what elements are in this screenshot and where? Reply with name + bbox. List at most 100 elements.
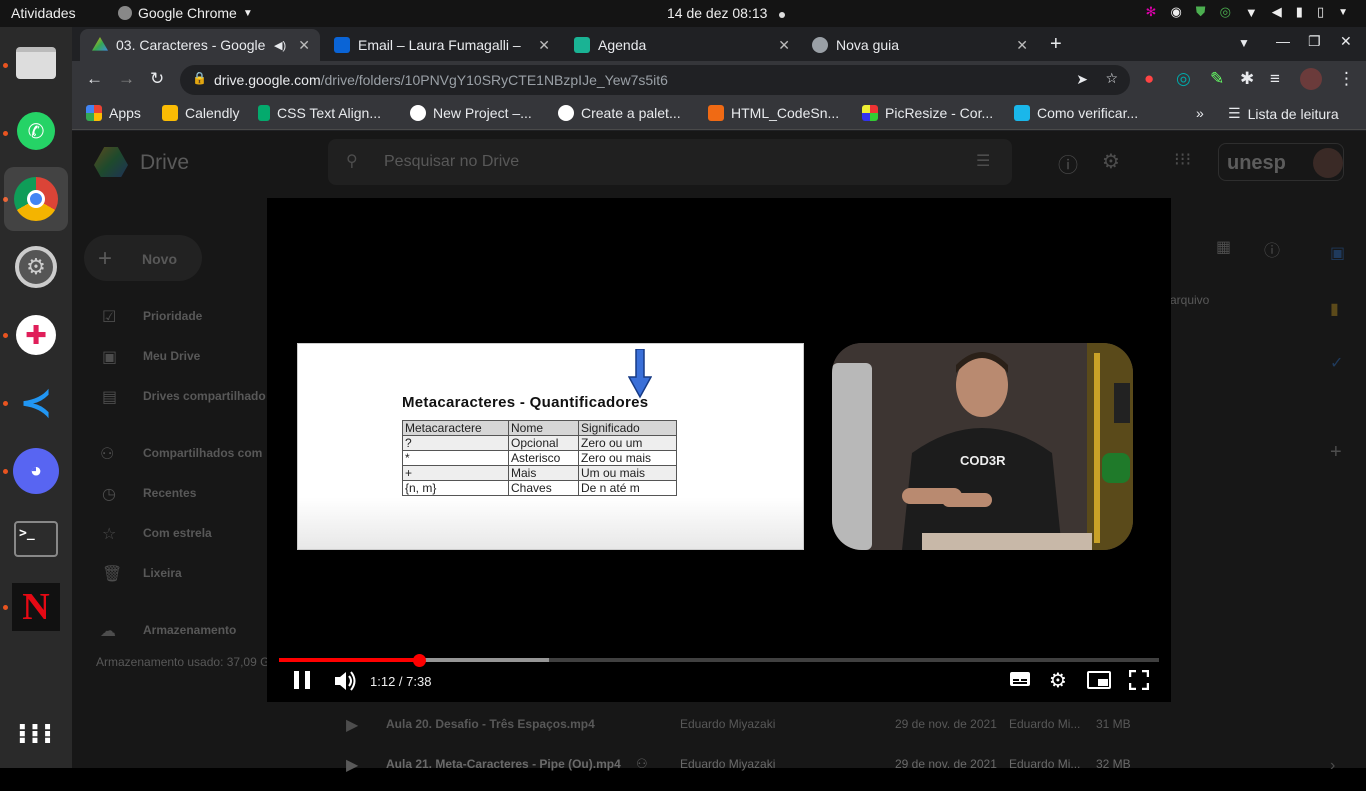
file-row[interactable]: ▶ Aula 21. Meta-Caracteres - Pipe (Ou).m… (328, 756, 1328, 791)
bookmark-css[interactable]: CSS Text Align... (258, 105, 381, 121)
vscode-icon[interactable]: ≺ (12, 379, 60, 427)
nav-shared-with-me[interactable]: Compartilhados com (143, 446, 262, 460)
close-tab-icon[interactable]: ✕ (298, 37, 310, 54)
nav-priority[interactable]: Prioridade (143, 309, 202, 323)
tab-agenda[interactable]: Agenda ✕ (562, 29, 800, 61)
tab-video[interactable]: 03. Caracteres - Google ◀) ✕ (80, 29, 320, 61)
maximize-icon[interactable]: ❐ (1308, 33, 1321, 50)
nav-recent[interactable]: Recentes (143, 486, 196, 500)
system-tray[interactable]: ✻ ◉ ⛊ ◎ ▼ ◀ ▮ ▯ ▼ (1146, 4, 1348, 20)
settings-gear-icon[interactable]: ⚙ (1102, 149, 1120, 174)
reload-icon[interactable]: ↻ (150, 69, 164, 89)
battery-icon[interactable]: ▯ (1317, 4, 1324, 20)
google-apps-icon[interactable]: ⁝⁝⁝ (1174, 149, 1191, 170)
more-bookmarks-icon[interactable]: » (1196, 105, 1204, 121)
grid-view-icon[interactable]: ▦ (1216, 237, 1231, 257)
close-tab-icon[interactable]: ✕ (778, 37, 790, 54)
minimize-icon[interactable]: — (1276, 33, 1290, 49)
menu-kebab-icon[interactable]: ⋮ (1338, 69, 1355, 89)
bookmark-verificar[interactable]: Como verificar... (1014, 105, 1138, 121)
back-icon[interactable]: ← (86, 69, 103, 89)
reading-list[interactable]: ☰ Lista de leitura (1228, 105, 1339, 122)
chrome-icon[interactable] (4, 167, 68, 231)
volume-icon[interactable] (333, 670, 357, 697)
miniplayer-icon[interactable] (1087, 670, 1111, 695)
bookmark-apps[interactable]: Apps (86, 105, 141, 121)
reading-list-icon: ☰ (1228, 105, 1241, 121)
activities-button[interactable]: Atividades (11, 5, 76, 21)
table-cell: * (402, 450, 509, 466)
seek-bar[interactable] (279, 654, 1159, 667)
bookmark-label: CSS Text Align... (277, 105, 382, 121)
bookmark-calendly[interactable]: Calendly (162, 105, 239, 121)
presenter-scene: COD3R (832, 343, 1133, 550)
settings-gear-icon[interactable]: ⚙ (1049, 668, 1067, 693)
nav-shared-drives[interactable]: Drives compartilhado (143, 389, 266, 403)
subtitles-icon[interactable] (1009, 670, 1031, 693)
extension-picker-icon[interactable]: ✎ (1210, 69, 1224, 89)
add-addon-icon[interactable]: + (1330, 441, 1342, 464)
profile-avatar[interactable] (1300, 68, 1322, 90)
terminal-icon[interactable]: >_ (12, 515, 60, 563)
forward-icon[interactable]: → (118, 69, 135, 89)
bookmark-palette[interactable]: Create a palet... (558, 105, 681, 121)
app-menu[interactable]: Google Chrome ▼ (118, 5, 253, 21)
search-options-icon[interactable]: ☰ (976, 151, 990, 171)
extension-color-icon[interactable]: ◎ (1176, 69, 1191, 89)
tasks-addon-icon[interactable]: ✓ (1330, 353, 1343, 373)
discord-icon[interactable]: ◕ (12, 447, 60, 495)
show-apps-icon[interactable]: ⁝⁝⁝ (12, 709, 60, 757)
settings-icon[interactable]: ⚙ (12, 243, 60, 291)
collapse-panel-icon[interactable]: › (1330, 757, 1335, 775)
bookmark-picresize[interactable]: PicResize - Cor... (862, 105, 993, 121)
slack-tray-icon[interactable]: ✻ (1146, 4, 1157, 20)
org-badge[interactable]: unesp (1218, 143, 1344, 181)
drive-logo-text[interactable]: Drive (140, 151, 189, 175)
tab-new[interactable]: Nova guia ✕ (800, 29, 1038, 61)
close-tab-icon[interactable]: ✕ (538, 37, 550, 54)
nav-storage[interactable]: Armazenamento (143, 623, 236, 637)
info-icon[interactable]: ⓘ (1264, 237, 1280, 261)
shield-tray-icon[interactable]: ⛊ (1196, 4, 1206, 20)
bookmark-project[interactable]: New Project –... (410, 105, 532, 121)
bookmark-star-icon[interactable]: ☆ (1105, 70, 1118, 87)
tab-email[interactable]: Email – Laura Fumagalli – ✕ (322, 29, 560, 61)
new-tab-button[interactable]: + (1050, 33, 1062, 56)
seek-handle[interactable] (412, 654, 426, 667)
send-tab-icon[interactable]: ➤ (1076, 71, 1088, 88)
drive-search[interactable]: ⚲ Pesquisar no Drive ☰ (328, 139, 1012, 185)
audio-playing-icon[interactable]: ◀) (274, 39, 286, 52)
new-button[interactable]: + Novo (84, 235, 202, 281)
keep-addon-icon[interactable]: ▮ (1330, 299, 1339, 319)
address-bar[interactable]: 🔒 drive.google.com/drive/folders/10PNVgY… (180, 65, 1130, 95)
chevron-down-icon[interactable]: ▼ (1338, 7, 1348, 18)
microphone-icon[interactable]: ▮ (1296, 4, 1303, 20)
volume-icon[interactable]: ◀ (1272, 4, 1282, 20)
slack-icon[interactable]: ✚ (12, 311, 60, 359)
nav-my-drive[interactable]: Meu Drive (143, 349, 200, 363)
media-control-icon[interactable]: ≡ (1270, 69, 1280, 89)
extension-stop-icon[interactable]: ● (1144, 69, 1154, 89)
slide-title: Metacaracteres - Quantificadores (402, 394, 649, 411)
pause-icon[interactable] (293, 670, 311, 695)
video-player[interactable]: Metacaracteres - Quantificadores Metacar… (267, 198, 1171, 702)
clock[interactable]: 14 de dez 08:13 (667, 5, 786, 21)
netflix-icon[interactable]: N (12, 583, 60, 631)
help-icon[interactable]: ⓘ (1058, 149, 1078, 178)
bookmark-codesn[interactable]: HTML_CodeSn... (708, 105, 839, 121)
fullscreen-icon[interactable] (1128, 669, 1150, 695)
calendar-addon-icon[interactable]: ▣ (1330, 243, 1345, 263)
whatsapp-tray-icon[interactable]: ◎ (1220, 4, 1231, 20)
files-icon[interactable] (12, 39, 60, 87)
wifi-icon[interactable]: ▼ (1245, 5, 1258, 20)
close-window-icon[interactable]: ✕ (1340, 33, 1352, 50)
tab-title: Agenda (598, 37, 647, 53)
close-tab-icon[interactable]: ✕ (1016, 37, 1028, 54)
discord-tray-icon[interactable]: ◉ (1170, 4, 1181, 20)
whatsapp-icon[interactable]: ✆ (12, 107, 60, 155)
tab-search-icon[interactable]: ▼ (1238, 36, 1250, 50)
file-row[interactable]: ▶ Aula 20. Desafio - Três Espaços.mp4 Ed… (328, 711, 1328, 741)
nav-trash[interactable]: Lixeira (143, 566, 182, 580)
extensions-puzzle-icon[interactable]: ✱ (1240, 69, 1254, 89)
nav-starred[interactable]: Com estrela (143, 526, 212, 540)
